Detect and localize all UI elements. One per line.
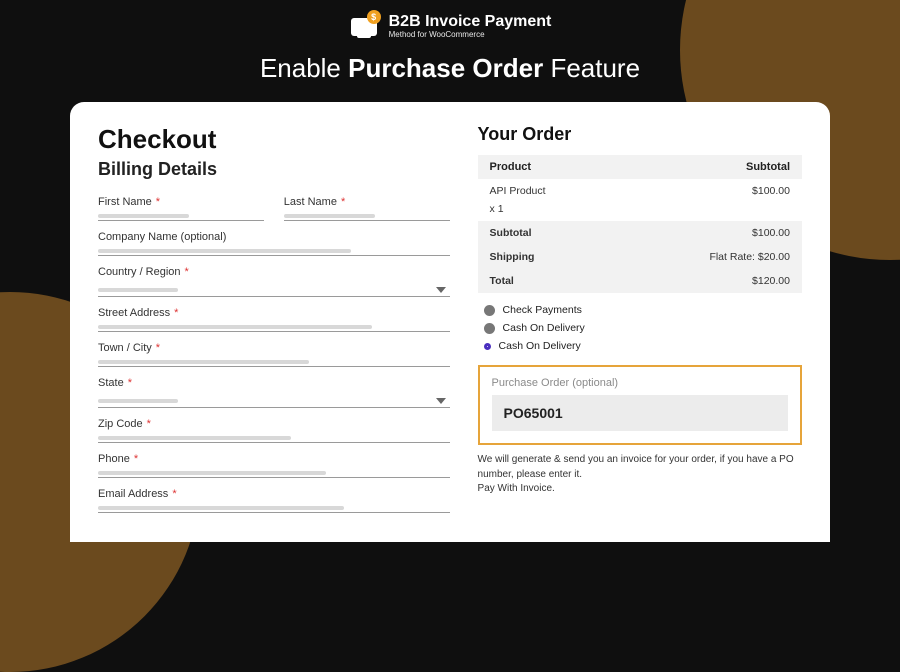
po-number-input[interactable] — [492, 395, 788, 431]
billing-heading: Billing Details — [98, 159, 450, 180]
brand-title: B2B Invoice Payment — [389, 14, 552, 31]
order-subtotal-row: Subtotal $100.00 — [478, 221, 802, 245]
label-company: Company Name (optional) — [98, 231, 450, 243]
payment-option-cod-2[interactable]: Cash On Delivery — [478, 337, 802, 355]
radio-selected-icon — [484, 343, 491, 350]
chevron-down-icon — [436, 398, 446, 404]
brand: $ B2B Invoice Payment Method for WooComm… — [349, 12, 552, 42]
order-heading: Your Order — [478, 124, 802, 145]
label-email: Email Address* — [98, 488, 450, 500]
feature-headline: Enable Purchase Order Feature — [0, 53, 900, 84]
label-street: Street Address* — [98, 307, 450, 319]
payment-option-cod-1[interactable]: Cash On Delivery — [478, 319, 802, 337]
invoice-printer-icon: $ — [349, 12, 379, 42]
chevron-down-icon — [436, 287, 446, 293]
country-select[interactable] — [98, 284, 450, 297]
label-state: State* — [98, 377, 450, 389]
po-description: We will generate & send you an invoice f… — [478, 453, 802, 497]
brand-subtitle: Method for WooCommerce — [389, 31, 552, 39]
checkout-card: Checkout Billing Details First Name* Las… — [70, 102, 830, 542]
page-title: Checkout — [98, 124, 450, 155]
order-item-row: API Product x 1 $100.00 — [478, 179, 802, 221]
label-country: Country / Region* — [98, 266, 450, 278]
order-total-row: Total $120.00 — [478, 269, 802, 293]
label-town: Town / City* — [98, 342, 450, 354]
label-phone: Phone* — [98, 453, 450, 465]
po-label: Purchase Order (optional) — [492, 377, 788, 389]
state-select[interactable] — [98, 395, 450, 408]
label-last-name: Last Name* — [284, 196, 450, 208]
radio-icon — [484, 323, 495, 334]
label-first-name: First Name* — [98, 196, 264, 208]
order-table-header: Product Subtotal — [478, 155, 802, 179]
purchase-order-box: Purchase Order (optional) — [478, 365, 802, 445]
label-zip: Zip Code* — [98, 418, 450, 430]
order-shipping-row: Shipping Flat Rate: $20.00 — [478, 245, 802, 269]
radio-icon — [484, 305, 495, 316]
payment-option-check[interactable]: Check Payments — [478, 301, 802, 319]
